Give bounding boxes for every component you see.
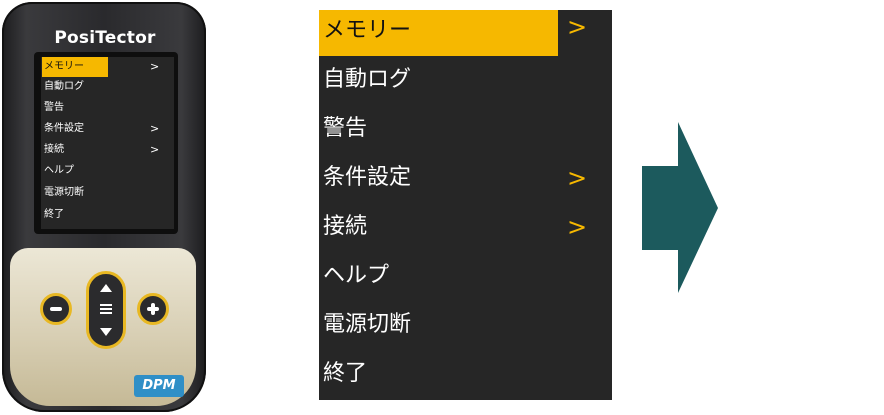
chevron-right-icon: > — [567, 213, 588, 241]
mini-menu-item-label: 終了 — [44, 209, 64, 220]
mini-menu-item-exit[interactable]: 終了 — [41, 205, 174, 225]
up-arrow-icon — [100, 284, 112, 292]
plus-icon-vertical — [151, 303, 155, 315]
chevron-right-icon: > — [150, 143, 160, 156]
chevron-right-icon: > — [567, 13, 588, 41]
mini-menu-item-label: ヘルプ — [44, 165, 74, 176]
chevron-right-icon: > — [150, 60, 160, 73]
mini-menu-item-label: 接続 — [44, 144, 64, 155]
menu-item-help[interactable]: ヘルプ — [319, 255, 612, 303]
mini-menu-item-power-off[interactable]: 電源切断 — [41, 183, 174, 203]
minus-icon — [50, 307, 62, 311]
mini-menu-item-label: 警告 — [44, 102, 64, 113]
menu-item-exit[interactable]: 終了 — [319, 353, 612, 401]
mini-menu-item-memory[interactable]: メモリー > — [41, 57, 174, 77]
mini-menu-item-alarm[interactable]: 警告 — [41, 98, 174, 118]
menu-item-memory[interactable]: メモリー > — [319, 10, 612, 58]
menu-item-connect[interactable]: 接続 > — [319, 206, 612, 254]
menu-button[interactable] — [86, 271, 126, 349]
menu-item-label: 警告 — [323, 116, 368, 141]
menu-item-label: 電源切断 — [323, 312, 412, 337]
menu-item-autolog[interactable]: 自動ログ — [319, 59, 612, 107]
mini-menu-item-label: 自動ログ — [44, 81, 84, 92]
mini-menu-item-help[interactable]: ヘルプ — [41, 161, 174, 181]
enlarged-menu: メモリー > 自動ログ 警告 条件設定 > 接続 > ヘルプ 電源切断 終了 — [319, 10, 612, 400]
mini-menu-item-label: メモリー — [42, 57, 108, 77]
mini-menu-item-label: 条件設定 — [44, 123, 84, 134]
device-screen: メモリー > 自動ログ 警告 条件設定 > 接続 > ヘルプ 電源切断 終了 — [41, 57, 174, 229]
mini-menu-item-setup[interactable]: 条件設定 > — [41, 119, 174, 139]
mini-menu-item-label: 電源切断 — [44, 187, 84, 198]
chevron-right-icon: > — [150, 122, 160, 135]
mini-menu-item-connect[interactable]: 接続 > — [41, 140, 174, 160]
down-arrow-icon — [100, 328, 112, 336]
menu-item-label: 条件設定 — [323, 165, 412, 190]
menu-item-alarm[interactable]: 警告 — [319, 108, 612, 156]
menu-item-label: 接続 — [323, 214, 368, 239]
menu-item-setup[interactable]: 条件設定 > — [319, 157, 612, 205]
menu-item-label: メモリー — [319, 10, 558, 56]
menu-item-label: 自動ログ — [323, 67, 412, 92]
menu-item-power-off[interactable]: 電源切断 — [319, 304, 612, 352]
brand-logo: PosiTector — [54, 28, 156, 48]
model-badge: DPM — [134, 375, 184, 397]
minus-button[interactable] — [40, 293, 72, 325]
mini-menu-item-autolog[interactable]: 自動ログ — [41, 77, 174, 97]
menu-item-label: ヘルプ — [323, 263, 390, 288]
menu-item-label: 終了 — [323, 361, 368, 386]
chevron-right-icon: > — [567, 164, 588, 192]
plus-button[interactable] — [137, 293, 169, 325]
menu-icon — [100, 304, 112, 316]
positector-device: PosiTector メモリー > 自動ログ 警告 条件設定 > 接続 > ヘル… — [0, 0, 210, 415]
right-arrow-icon — [642, 122, 718, 293]
